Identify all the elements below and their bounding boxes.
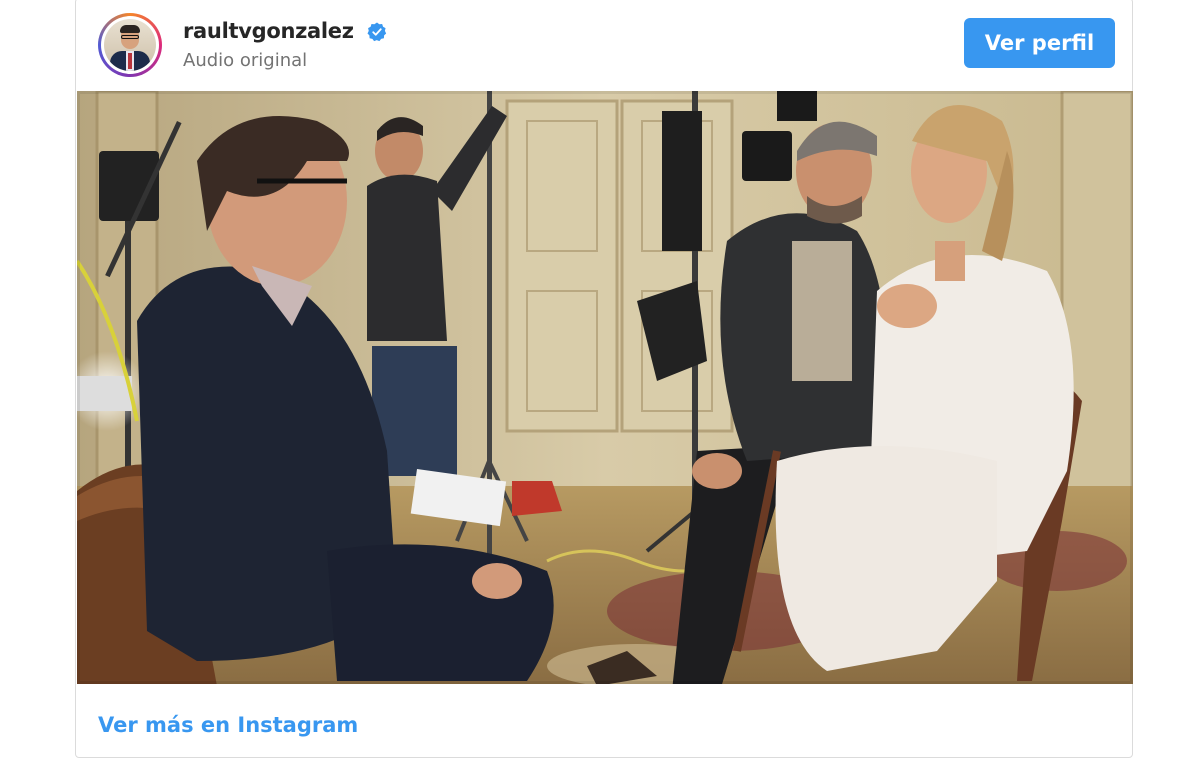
video-frame-illustration (77, 91, 1133, 684)
video-media[interactable] (77, 91, 1133, 684)
post-header: raultvgonzalez Audio original Ver perfil (76, 0, 1132, 93)
avatar-border (101, 16, 159, 74)
audio-label[interactable]: Audio original (183, 50, 307, 71)
avatar-image (104, 19, 156, 71)
instagram-embed-card: raultvgonzalez Audio original Ver perfil (75, 0, 1133, 758)
view-more-on-instagram-link[interactable]: Ver más en Instagram (98, 713, 358, 737)
view-profile-button[interactable]: Ver perfil (964, 18, 1115, 68)
avatar[interactable] (98, 13, 162, 77)
verified-badge-icon (367, 22, 387, 42)
username-link[interactable]: raultvgonzalez (183, 19, 354, 43)
